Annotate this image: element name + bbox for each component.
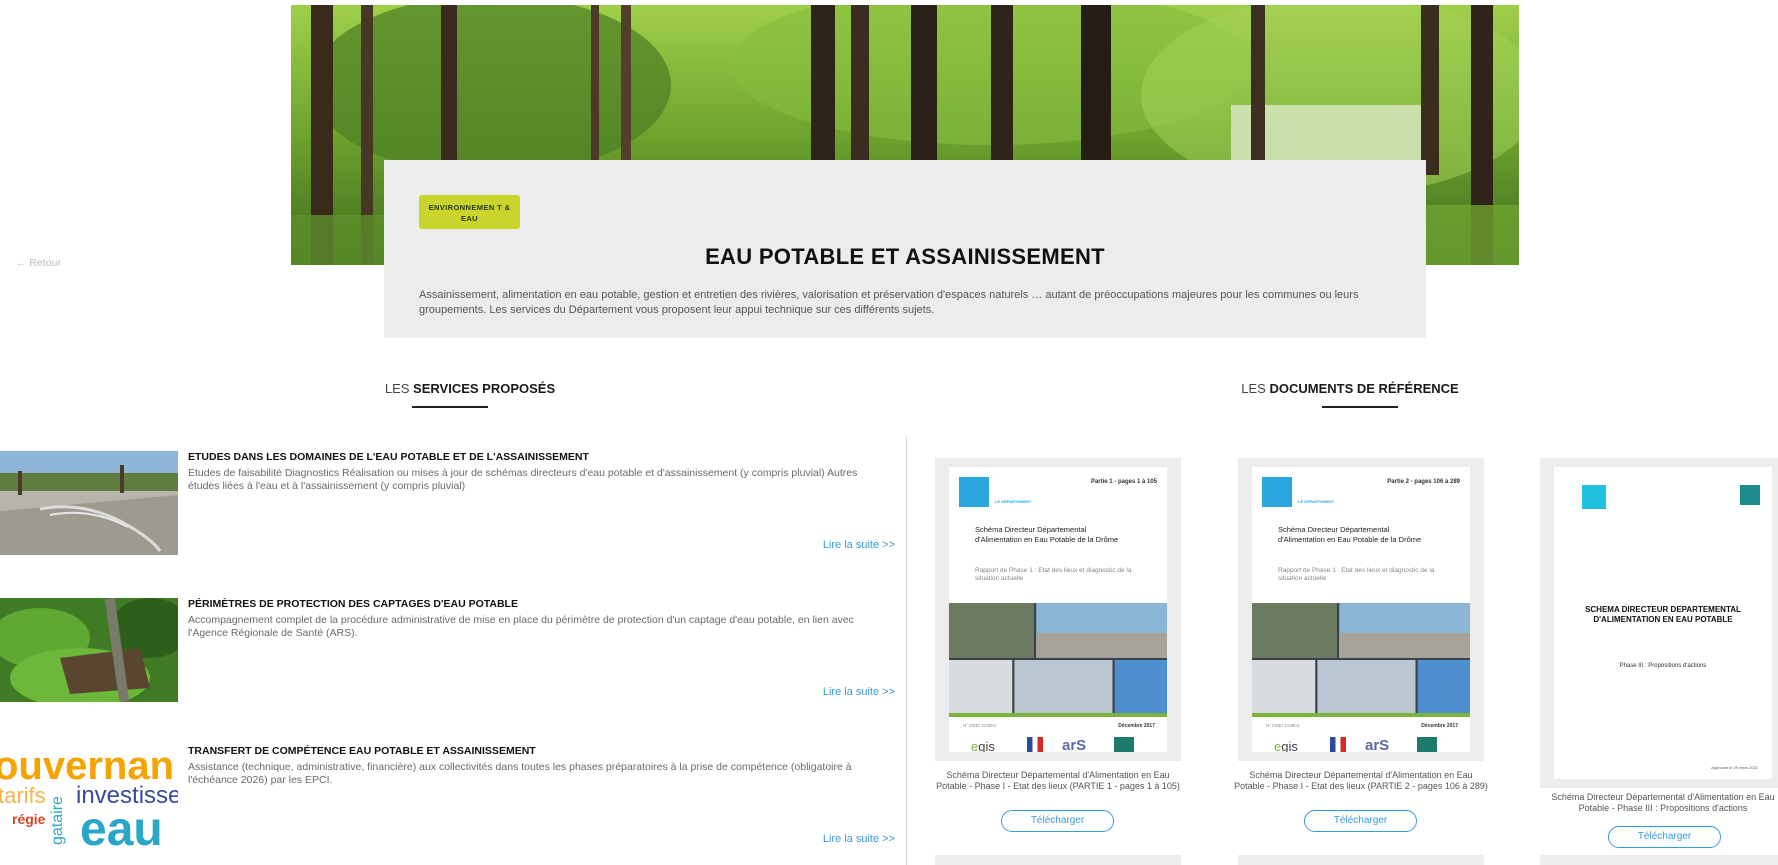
services-heading-underline	[412, 406, 488, 408]
document-thumbnail[interactable]: Partie 1 - pages 1 à 105 LE DÉPARTEMENT …	[935, 458, 1181, 761]
cover-date: Approuvé le 29 mars 2021	[1711, 765, 1758, 770]
download-button[interactable]: Télécharger	[1304, 810, 1417, 832]
ars-logo-icon: arS	[1365, 737, 1390, 752]
document-card-next	[1238, 855, 1484, 865]
service-image-studies[interactable]	[0, 451, 178, 555]
cover-photos	[949, 603, 1167, 713]
cover-ref: N° DDE/ 213801	[1266, 723, 1300, 728]
word-cloud-word: tarifs	[0, 783, 46, 808]
intro-text: Assainissement, alimentation en eau pota…	[419, 289, 1359, 316]
services-heading: LES SERVICES PROPOSÉS	[340, 381, 600, 396]
service-item: ETUDES DANS LES DOMAINES DE L'EAU POTABL…	[0, 451, 900, 561]
services-heading-prefix: LES	[384, 381, 414, 396]
cover-dept: LE DÉPARTEMENT	[1298, 499, 1335, 504]
cover-ref: N° DDE/ 213801	[963, 723, 997, 728]
document-cover: SCHEMA DIRECTEUR DEPARTEMENTAL D'ALIMENT…	[1554, 467, 1772, 779]
category-tag[interactable]: ENVIRONNEMEN T & EAU	[419, 195, 520, 229]
read-more-link[interactable]: Lire la suite >>	[823, 686, 895, 698]
document-card-next	[935, 855, 1181, 865]
cover-date: Décembre 2017	[1421, 723, 1458, 729]
republic-logo-icon	[1027, 737, 1043, 752]
documents-heading-prefix: LES	[1241, 381, 1270, 396]
ars-logo-icon: arS	[1062, 737, 1087, 752]
agency-logo-icon	[1740, 485, 1760, 505]
page-title: EAU POTABLE ET ASSAINISSEMENT	[705, 244, 1105, 269]
service-description: Accompagnement complet de la procédure a…	[188, 614, 854, 639]
column-divider	[906, 437, 907, 865]
cover-subtitle: Rapport de Phase 1 : Etat des lieux et d…	[1278, 567, 1435, 582]
read-more-link[interactable]: Lire la suite >>	[823, 539, 895, 551]
drome-logo-icon	[1582, 485, 1606, 509]
intro-card: ENVIRONNEMEN T & EAU EAU POTABLE ET ASSA…	[384, 160, 1426, 338]
service-image-word-cloud[interactable]: ouvernan tarifs investisse régie gataire…	[0, 745, 178, 849]
cover-band	[1252, 713, 1470, 717]
back-link[interactable]: ← Retour	[16, 258, 61, 269]
cover-title: Schéma Directeur Départemental d'Aliment…	[1278, 525, 1422, 544]
drome-logo-icon	[959, 477, 989, 507]
word-cloud-word: eau	[80, 803, 163, 849]
cover-logos: egis arS	[1252, 735, 1470, 752]
agency-logo-icon	[1114, 737, 1134, 752]
documents-heading-bold: DOCUMENTS DE RÉFÉRENCE	[1269, 381, 1459, 396]
egis-logo-text: gis	[1281, 739, 1298, 752]
cover-title: Schéma Directeur Départemental d'Aliment…	[975, 525, 1119, 544]
service-description: Etudes de faisabilité Diagnostics Réalis…	[188, 467, 858, 492]
egis-logo-icon: egis	[971, 739, 995, 752]
service-item: ouvernan tarifs investisse régie gataire…	[0, 745, 900, 855]
cover-part: Partie 1 - pages 1 à 105	[1090, 479, 1157, 485]
drome-logo-icon	[1262, 477, 1292, 507]
document-caption: Schéma Directeur Départemental d'Aliment…	[1234, 770, 1488, 791]
service-title[interactable]: TRANSFERT DE COMPÉTENCE EAU POTABLE ET A…	[188, 745, 888, 757]
cover-title: SCHEMA DIRECTEUR DEPARTEMENTAL D'ALIMENT…	[1585, 605, 1741, 624]
document-thumbnail[interactable]: Partie 2 - pages 106 à 289 LE DÉPARTEMEN…	[1238, 458, 1484, 761]
documents-heading: LES DOCUMENTS DE RÉFÉRENCE	[1220, 381, 1480, 396]
egis-logo-text: gis	[978, 739, 995, 752]
document-cover: Partie 1 - pages 1 à 105 LE DÉPARTEMENT …	[949, 467, 1167, 752]
cover-subtitle: Rapport de Phase 1 : Etat des lieux et d…	[975, 567, 1132, 582]
document-cover: Partie 2 - pages 106 à 289 LE DÉPARTEMEN…	[1252, 467, 1470, 752]
cover-band	[949, 713, 1167, 717]
service-image-protection[interactable]	[0, 598, 178, 702]
document-card-next	[1540, 855, 1778, 865]
republic-logo-icon	[1330, 737, 1346, 752]
service-title[interactable]: ETUDES DANS LES DOMAINES DE L'EAU POTABL…	[188, 451, 888, 463]
word-cloud-word: gataire	[49, 796, 66, 845]
read-more-link[interactable]: Lire la suite >>	[823, 833, 895, 845]
word-cloud-word: régie	[12, 811, 46, 827]
cover-part: Partie 2 - pages 106 à 289	[1387, 479, 1460, 485]
services-heading-bold: SERVICES PROPOSÉS	[413, 381, 556, 396]
document-caption: Schéma Directeur Départemental d'Aliment…	[1551, 792, 1775, 813]
download-button[interactable]: Télécharger	[1608, 826, 1721, 848]
service-description: Assistance (technique, administrative, f…	[188, 761, 852, 786]
documents-heading-underline	[1322, 406, 1398, 408]
cover-photos	[1252, 603, 1470, 713]
service-title[interactable]: PÉRIMÈTRES DE PROTECTION DES CAPTAGES D'…	[188, 598, 888, 610]
service-item: PÉRIMÈTRES DE PROTECTION DES CAPTAGES D'…	[0, 598, 900, 708]
agency-logo-icon	[1417, 737, 1437, 752]
cover-dept: LE DÉPARTEMENT	[995, 499, 1032, 504]
download-button[interactable]: Télécharger	[1001, 810, 1114, 832]
cover-logos: egis arS	[949, 735, 1167, 752]
egis-logo-icon: egis	[1274, 739, 1298, 752]
cover-date: Décembre 2017	[1118, 723, 1155, 729]
page-root: ← Retour ENVIRONNEMEN T & EAU EAU POTABL…	[0, 0, 1778, 865]
document-caption: Schéma Directeur Départemental d'Aliment…	[936, 770, 1180, 791]
cover-subtitle: Phase III : Propositions d'actions	[1619, 663, 1707, 669]
document-thumbnail[interactable]: SCHEMA DIRECTEUR DEPARTEMENTAL D'ALIMENT…	[1540, 458, 1778, 788]
